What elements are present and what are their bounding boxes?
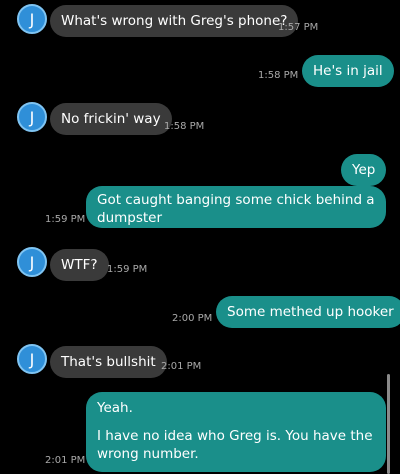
scrollbar[interactable] [387, 374, 390, 474]
message-bubble-incoming[interactable]: WTF? [50, 249, 109, 281]
contact-avatar[interactable]: J [17, 344, 47, 374]
message-bubble-incoming[interactable]: What's wrong with Greg's phone? [50, 5, 299, 37]
message-timestamp: 2:01 PM [161, 361, 202, 372]
message-bubble-outgoing[interactable]: Got caught banging some chick behind a d… [86, 186, 386, 228]
message-timestamp: 1:59 PM [45, 214, 86, 225]
message-timestamp: 1:58 PM [164, 121, 205, 132]
message-line: I have no idea who Greg is. You have the… [97, 428, 373, 462]
message-bubble-outgoing[interactable]: He's in jail [302, 55, 394, 87]
contact-avatar[interactable]: J [17, 4, 47, 34]
message-bubble-outgoing[interactable]: Yep [341, 154, 387, 186]
message-timestamp: 1:59 PM [107, 264, 148, 275]
message-bubble-outgoing[interactable]: Yeah. I have no idea who Greg is. You ha… [86, 392, 386, 472]
message-timestamp: 2:01 PM [45, 455, 86, 466]
message-line: Yeah. [97, 400, 133, 416]
message-timestamp: 1:57 PM [278, 22, 319, 33]
contact-avatar[interactable]: J [17, 102, 47, 132]
contact-avatar[interactable]: J [17, 247, 47, 277]
message-timestamp: 1:58 PM [258, 70, 299, 81]
message-bubble-outgoing[interactable]: Some methed up hooker [216, 296, 400, 328]
message-bubble-incoming[interactable]: No frickin' way [50, 103, 172, 135]
message-bubble-incoming[interactable]: That's bullshit [50, 346, 167, 378]
message-timestamp: 2:00 PM [172, 313, 213, 324]
